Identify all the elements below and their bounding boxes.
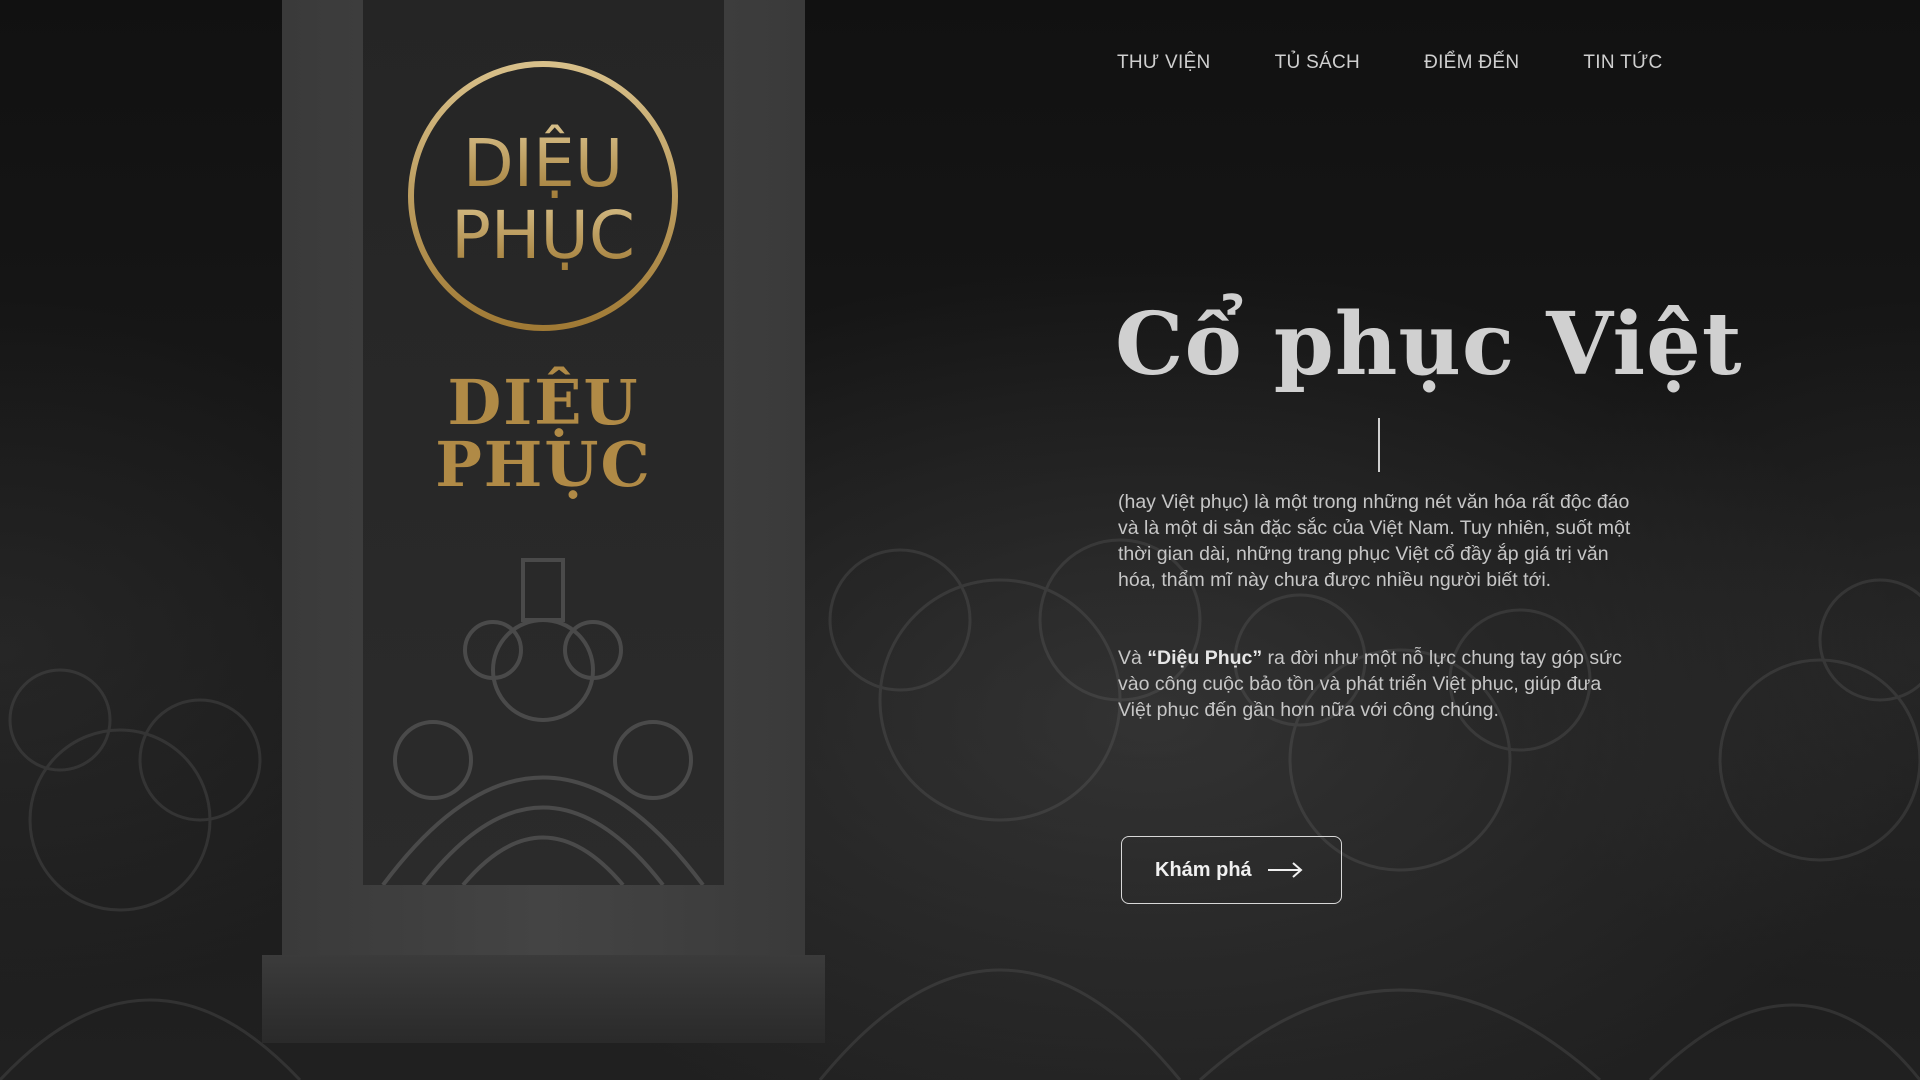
dieu-phuc-seal-logo: DIỆU PHỤC [408, 61, 678, 331]
brand-wordmark-line2: PHỤC [435, 428, 652, 501]
mission-paragraph: Và “Diệu Phục” ra đời như một nỗ lực chu… [1118, 645, 1638, 723]
svg-text:DIỆU: DIỆU [463, 124, 623, 202]
intro-paragraph: (hay Việt phục) là một trong những nét v… [1118, 491, 1631, 591]
main-nav: THƯ VIỆN TỦ SÁCH ĐIỂM ĐẾN TIN TỨC [1117, 52, 1663, 74]
nav-item-tin-tuc[interactable]: TIN TỨC [1583, 52, 1662, 74]
brand-wordmark: DIỆU PHỤC [363, 372, 724, 496]
explore-button-label: Khám phá [1155, 858, 1252, 881]
scroll-rod [262, 955, 825, 1043]
arrow-right-icon [1267, 862, 1303, 878]
mission-prefix: Và [1118, 647, 1148, 669]
cloud-mountain-illustration [381, 558, 705, 885]
explore-button[interactable]: Khám phá [1121, 836, 1342, 904]
brand-wordmark-line1: DIỆU [447, 366, 640, 439]
nav-item-thu-vien[interactable]: THƯ VIỆN [1117, 52, 1211, 74]
svg-text:PHỤC: PHỤC [451, 197, 635, 274]
title-divider [1378, 418, 1380, 472]
mission-brand-name: “Diệu Phục” [1147, 647, 1263, 669]
nav-item-diem-den[interactable]: ĐIỂM ĐẾN [1424, 52, 1519, 74]
hero-title: Cổ phục Việt [1115, 294, 1743, 395]
nav-item-tu-sach[interactable]: TỦ SÁCH [1275, 52, 1361, 74]
